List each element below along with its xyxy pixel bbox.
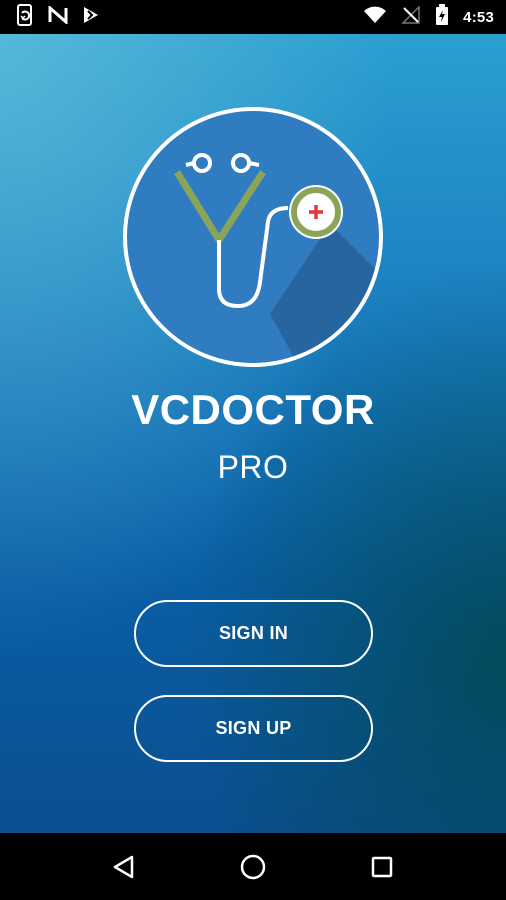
status-notifications	[16, 3, 100, 31]
status-time: 4:53	[463, 8, 494, 26]
status-bar: 4:53	[0, 0, 506, 34]
sign-up-button[interactable]: SIGN UP	[134, 695, 373, 762]
no-signal-icon	[401, 4, 421, 29]
recents-square-icon[interactable]	[358, 843, 406, 891]
battery-charging-icon	[435, 3, 449, 31]
sign-in-button[interactable]: SIGN IN	[134, 600, 373, 667]
app-subtitle: PRO	[217, 449, 289, 485]
back-triangle-icon[interactable]	[100, 843, 148, 891]
download-flag-icon	[82, 5, 100, 30]
navigation-bar	[0, 833, 506, 900]
status-system: 4:53	[363, 3, 494, 31]
welcome-screen: VCDOCTOR PRO SIGN IN SIGN UP	[0, 34, 506, 833]
n-app-icon	[48, 4, 68, 29]
wifi-icon	[363, 6, 387, 29]
app-title: VCDOCTOR	[131, 386, 375, 433]
home-circle-icon[interactable]	[229, 843, 277, 891]
stethoscope-icon	[123, 107, 383, 367]
phone-sync-icon	[16, 3, 34, 31]
